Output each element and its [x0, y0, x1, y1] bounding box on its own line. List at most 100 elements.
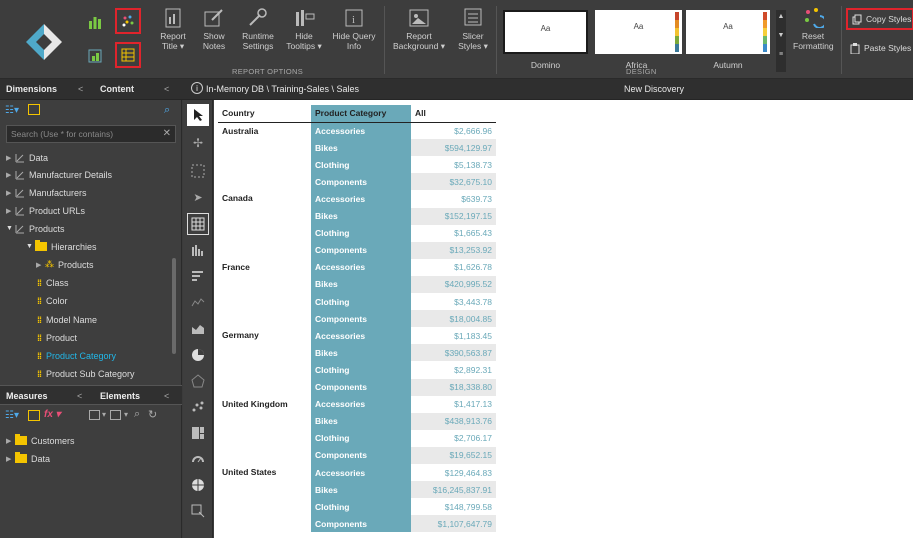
grid-visual-button[interactable]	[187, 213, 209, 235]
country-cell[interactable]: Australia	[218, 122, 311, 190]
tab-dimensions[interactable]: Dimensions	[6, 84, 57, 94]
tree-item-products[interactable]: ▼ Products	[6, 220, 65, 237]
expand-icon[interactable]: ▶	[6, 189, 15, 197]
calendar-icon[interactable]	[28, 410, 40, 421]
country-cell[interactable]: France	[218, 259, 311, 327]
value-cell[interactable]: $18,338.80	[411, 378, 496, 396]
theme-africa[interactable]: Aa	[595, 10, 682, 54]
slicer-styles-button[interactable]: Slicer Styles ▾	[455, 6, 491, 51]
line-chart-button[interactable]	[187, 292, 209, 314]
scatter-chart-button[interactable]	[187, 396, 209, 418]
value-cell[interactable]: $2,666.96	[411, 122, 496, 140]
chart-style-bars-button[interactable]	[82, 9, 108, 35]
category-cell[interactable]: Bikes	[311, 207, 411, 225]
value-cell[interactable]: $19,652.15	[411, 446, 496, 464]
show-notes-button[interactable]: Show Notes	[199, 8, 229, 51]
chart-style-grid-button[interactable]	[82, 43, 108, 69]
dropdown-icon[interactable]: ▾	[102, 410, 106, 419]
value-cell[interactable]: $18,004.85	[411, 310, 496, 328]
select-tool[interactable]	[187, 160, 209, 182]
search-input[interactable]: Search (Use * for contains) ✕	[6, 125, 176, 143]
header-product-category[interactable]: Product Category	[311, 105, 411, 123]
value-cell[interactable]: $390,563.87	[411, 344, 496, 362]
tree-view-icon[interactable]: ☷▾	[5, 410, 19, 421]
category-cell[interactable]: Accessories	[311, 327, 411, 345]
report-title-button[interactable]: Report Title ▾	[158, 8, 188, 51]
expand-icon[interactable]: ▶	[36, 261, 45, 269]
tab-elements[interactable]: Elements	[100, 391, 140, 401]
runtime-settings-button[interactable]: Runtime Settings	[240, 8, 276, 51]
category-cell[interactable]: Clothing	[311, 293, 411, 311]
category-cell[interactable]: Clothing	[311, 361, 411, 379]
collapse-measures-icon[interactable]: <	[77, 391, 82, 401]
tree-item-product[interactable]: ⁞⁞ Product	[37, 329, 77, 346]
theme-gallery-scroll[interactable]: ▲ ▼ ≡	[776, 10, 786, 72]
value-cell[interactable]: $1,665.43	[411, 224, 496, 242]
radar-chart-button[interactable]	[187, 370, 209, 392]
column-chart-button[interactable]	[187, 239, 209, 261]
chart-style-table-button[interactable]	[115, 42, 141, 68]
category-cell[interactable]: Clothing	[311, 224, 411, 242]
header-all[interactable]: All	[411, 105, 496, 123]
value-cell[interactable]: $16,245,837.91	[411, 481, 496, 499]
category-cell[interactable]: Components	[311, 241, 411, 259]
category-cell[interactable]: Bikes	[311, 412, 411, 430]
tree-item-measures-data[interactable]: ▶ Data	[6, 450, 50, 467]
theme-autumn[interactable]: Aa	[686, 10, 770, 54]
refresh-icon[interactable]: ↻	[148, 408, 157, 421]
expand-icon[interactable]: ▶	[6, 207, 15, 215]
category-cell[interactable]: Components	[311, 446, 411, 464]
category-cell[interactable]: Components	[311, 310, 411, 328]
custom-visual-button[interactable]	[187, 500, 209, 522]
category-cell[interactable]: Accessories	[311, 395, 411, 413]
treemap-button[interactable]	[187, 422, 209, 444]
copy-styles-button[interactable]: Copy Styles	[846, 8, 913, 30]
hide-query-info-button[interactable]: i Hide Query Info	[332, 8, 376, 51]
tree-item-customers[interactable]: ▶ Customers	[6, 432, 75, 449]
category-cell[interactable]: Bikes	[311, 275, 411, 294]
value-cell[interactable]: $5,138.73	[411, 156, 496, 174]
value-cell[interactable]: $2,892.31	[411, 361, 496, 379]
category-cell[interactable]: Accessories	[311, 258, 411, 276]
category-cell[interactable]: Components	[311, 173, 411, 191]
value-cell[interactable]: $438,913.76	[411, 412, 496, 430]
tree-item-manufacturers[interactable]: ▶ Manufacturers	[6, 184, 87, 201]
tab-content[interactable]: Content	[100, 84, 134, 94]
value-cell[interactable]: $639.73	[411, 190, 496, 208]
category-cell[interactable]: Bikes	[311, 344, 411, 362]
tree-item-product-urls[interactable]: ▶ Product URLs	[6, 202, 85, 219]
add-element-icon[interactable]	[110, 410, 121, 420]
gallery-expand-icon[interactable]: ≡	[776, 51, 786, 58]
category-cell[interactable]: Clothing	[311, 156, 411, 174]
value-cell[interactable]: $2,706.17	[411, 429, 496, 447]
value-cell[interactable]: $129,464.83	[411, 463, 496, 482]
collapse-elements-icon[interactable]: <	[164, 391, 169, 401]
collapse-left-icon[interactable]: <	[78, 84, 83, 94]
category-cell[interactable]: Accessories	[311, 463, 411, 482]
category-cell[interactable]: Bikes	[311, 481, 411, 499]
tree-item-data[interactable]: ▶ Data	[6, 149, 48, 166]
hide-tooltips-button[interactable]: Hide Tooltips ▾	[286, 8, 322, 51]
header-country[interactable]: Country	[218, 105, 311, 123]
area-chart-button[interactable]	[187, 318, 209, 340]
value-cell[interactable]: $1,417.13	[411, 395, 496, 413]
category-cell[interactable]: Accessories	[311, 122, 411, 140]
drill-tool[interactable]: ➤	[187, 186, 209, 208]
paste-styles-button[interactable]: Paste Styles	[850, 40, 913, 56]
search-icon[interactable]: ⌕	[134, 408, 140, 421]
expand-icon[interactable]: ▶	[6, 154, 15, 162]
country-cell[interactable]: United Kingdom	[218, 396, 311, 464]
value-cell[interactable]: $3,443.78	[411, 293, 496, 311]
report-background-button[interactable]: Report Background ▾	[393, 6, 445, 51]
tree-item-class[interactable]: ⁞⁞ Class	[37, 274, 69, 291]
reset-formatting-button[interactable]: Reset Formatting	[793, 6, 834, 51]
tree-item-color[interactable]: ⁞⁞ Color	[37, 292, 68, 309]
pointer-tool[interactable]	[187, 104, 209, 126]
tree-view-icon[interactable]: ☷▾	[5, 105, 19, 116]
country-cell[interactable]: Canada	[218, 190, 311, 258]
country-cell[interactable]: United States	[218, 464, 311, 532]
formula-icon[interactable]: fx ▾	[44, 409, 61, 420]
category-cell[interactable]: Components	[311, 378, 411, 396]
tree-item-hierarchies[interactable]: ▼ Hierarchies	[26, 238, 97, 255]
category-cell[interactable]: Clothing	[311, 498, 411, 516]
